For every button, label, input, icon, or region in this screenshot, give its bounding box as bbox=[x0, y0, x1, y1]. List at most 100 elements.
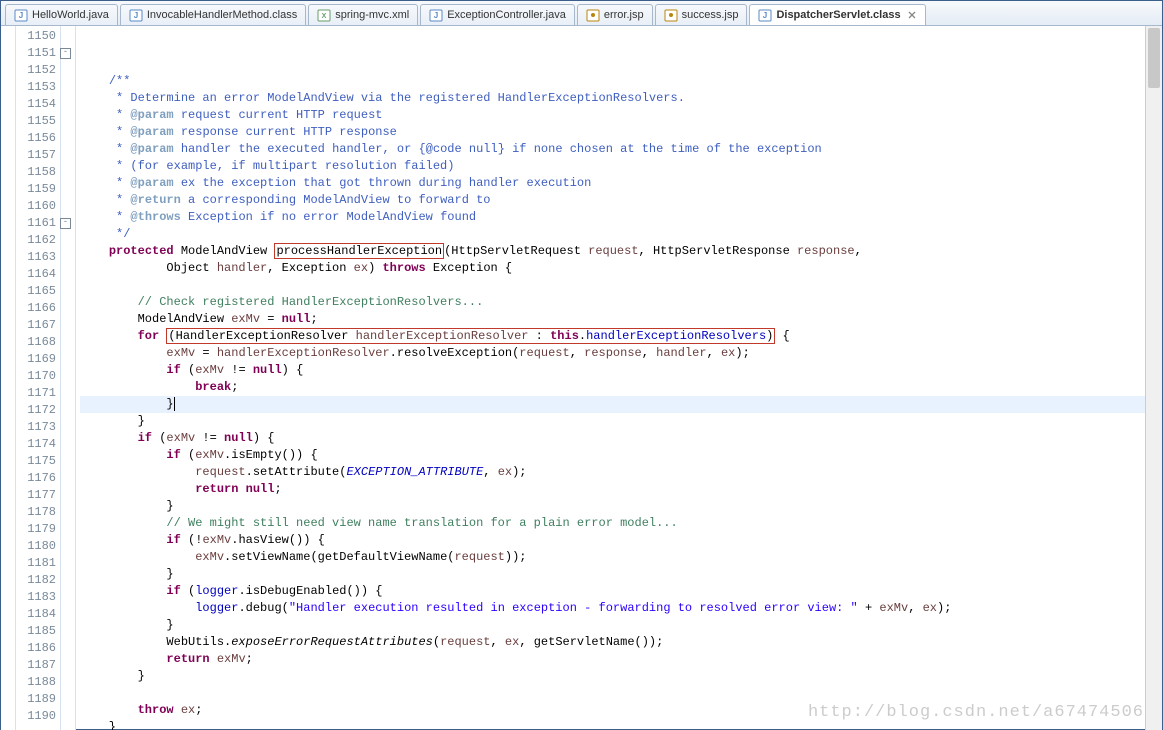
line-number[interactable]: 1178 bbox=[16, 504, 60, 521]
line-number[interactable]: 1190 bbox=[16, 708, 60, 725]
code-line[interactable]: } bbox=[80, 413, 1162, 430]
code-line[interactable]: exMv = handlerExceptionResolver.resolveE… bbox=[80, 345, 1162, 362]
code-line[interactable]: */ bbox=[80, 226, 1162, 243]
editor-window: JHelloWorld.javaJInvocableHandlerMethod.… bbox=[0, 0, 1163, 730]
line-number[interactable]: 1184 bbox=[16, 606, 60, 623]
line-number[interactable]: 1170 bbox=[16, 368, 60, 385]
line-number[interactable]: 1173 bbox=[16, 419, 60, 436]
line-number[interactable]: 1153 bbox=[16, 79, 60, 96]
code-line[interactable]: if (exMv != null) { bbox=[80, 362, 1162, 379]
code-line[interactable]: if (exMv != null) { bbox=[80, 430, 1162, 447]
fold-toggle-icon[interactable]: - bbox=[60, 218, 71, 229]
code-line[interactable]: for (HandlerExceptionResolver handlerExc… bbox=[80, 328, 1162, 345]
line-number[interactable]: 1158 bbox=[16, 164, 60, 181]
tab-label: InvocableHandlerMethod.class bbox=[147, 9, 297, 21]
code-line[interactable]: * @return a corresponding ModelAndView t… bbox=[80, 192, 1162, 209]
text-cursor bbox=[174, 397, 175, 411]
code-line[interactable]: * @param handler the executed handler, o… bbox=[80, 141, 1162, 158]
line-number[interactable]: 1177 bbox=[16, 487, 60, 504]
tab-helloworld-java[interactable]: JHelloWorld.java bbox=[5, 4, 118, 25]
tab-invocablehandlermethod-class[interactable]: JInvocableHandlerMethod.class bbox=[120, 4, 306, 25]
line-number[interactable]: 1172 bbox=[16, 402, 60, 419]
code-line[interactable]: Object handler, Exception ex) throws Exc… bbox=[80, 260, 1162, 277]
code-line[interactable]: ModelAndView exMv = null; bbox=[80, 311, 1162, 328]
tab-exceptioncontroller-java[interactable]: JExceptionController.java bbox=[420, 4, 575, 25]
code-line[interactable]: * @param response current HTTP response bbox=[80, 124, 1162, 141]
tab-spring-mvc-xml[interactable]: Xspring-mvc.xml bbox=[308, 4, 418, 25]
line-number[interactable]: 1154 bbox=[16, 96, 60, 113]
line-number[interactable]: 1174 bbox=[16, 436, 60, 453]
code-line[interactable]: * @param request current HTTP request bbox=[80, 107, 1162, 124]
line-number[interactable]: 1171 bbox=[16, 385, 60, 402]
line-number[interactable]: 1169 bbox=[16, 351, 60, 368]
code-line[interactable]: /** bbox=[80, 73, 1162, 90]
fold-toggle-icon[interactable]: - bbox=[60, 48, 71, 59]
code-line[interactable]: if (exMv.isEmpty()) { bbox=[80, 447, 1162, 464]
line-number[interactable]: 1176 bbox=[16, 470, 60, 487]
line-number[interactable]: 1163 bbox=[16, 249, 60, 266]
code-line[interactable]: } bbox=[80, 668, 1162, 685]
scrollbar-thumb[interactable] bbox=[1148, 28, 1160, 88]
code-line[interactable] bbox=[80, 277, 1162, 294]
line-number[interactable]: 1182 bbox=[16, 572, 60, 589]
code-line[interactable]: break; bbox=[80, 379, 1162, 396]
line-number[interactable]: 1152 bbox=[16, 62, 60, 79]
line-number[interactable]: 1155 bbox=[16, 113, 60, 130]
code-line[interactable]: } bbox=[80, 617, 1162, 634]
code-line[interactable]: } bbox=[80, 396, 1162, 413]
tab-dispatcherservlet-class[interactable]: JDispatcherServlet.class bbox=[749, 4, 925, 26]
code-line[interactable]: WebUtils.exposeErrorRequestAttributes(re… bbox=[80, 634, 1162, 651]
line-number[interactable]: 1159 bbox=[16, 181, 60, 198]
line-number[interactable]: 1162 bbox=[16, 232, 60, 249]
code-line[interactable]: exMv.setViewName(getDefaultViewName(requ… bbox=[80, 549, 1162, 566]
code-line[interactable]: * Determine an error ModelAndView via th… bbox=[80, 90, 1162, 107]
code-line[interactable] bbox=[80, 685, 1162, 702]
line-number[interactable]: 1187 bbox=[16, 657, 60, 674]
code-line[interactable]: return exMv; bbox=[80, 651, 1162, 668]
line-number[interactable]: 1180 bbox=[16, 538, 60, 555]
line-number[interactable]: 1165 bbox=[16, 283, 60, 300]
line-number[interactable]: 1168 bbox=[16, 334, 60, 351]
code-line[interactable]: // Check registered HandlerExceptionReso… bbox=[80, 294, 1162, 311]
code-content[interactable]: /** * Determine an error ModelAndView vi… bbox=[76, 26, 1162, 730]
code-line[interactable]: if (!exMv.hasView()) { bbox=[80, 532, 1162, 549]
code-line[interactable]: * (for example, if multipart resolution … bbox=[80, 158, 1162, 175]
breakpoint-ruler[interactable] bbox=[1, 26, 16, 730]
line-number[interactable]: 1167 bbox=[16, 317, 60, 334]
code-line[interactable]: request.setAttribute(EXCEPTION_ATTRIBUTE… bbox=[80, 464, 1162, 481]
line-number[interactable]: 1189 bbox=[16, 691, 60, 708]
code-line[interactable]: if (logger.isDebugEnabled()) { bbox=[80, 583, 1162, 600]
svg-text:J: J bbox=[19, 11, 23, 20]
fold-ruler[interactable] bbox=[61, 26, 76, 730]
code-line[interactable]: } bbox=[80, 566, 1162, 583]
line-number[interactable]: 1188 bbox=[16, 674, 60, 691]
code-line[interactable]: logger.debug("Handler execution resulted… bbox=[80, 600, 1162, 617]
line-number[interactable]: 1186 bbox=[16, 640, 60, 657]
code-line[interactable]: * @param ex the exception that got throw… bbox=[80, 175, 1162, 192]
code-line[interactable]: } bbox=[80, 498, 1162, 515]
tab-success-jsp[interactable]: success.jsp bbox=[655, 4, 748, 25]
svg-text:J: J bbox=[763, 11, 767, 20]
line-number[interactable]: 1166 bbox=[16, 300, 60, 317]
line-number[interactable]: 1181 bbox=[16, 555, 60, 572]
line-number[interactable]: 1164 bbox=[16, 266, 60, 283]
code-line[interactable]: protected ModelAndView processHandlerExc… bbox=[80, 243, 1162, 260]
tab-error-jsp[interactable]: error.jsp bbox=[577, 4, 653, 25]
line-number[interactable]: 1156 bbox=[16, 130, 60, 147]
line-number[interactable]: 1179 bbox=[16, 521, 60, 538]
close-icon[interactable] bbox=[907, 10, 917, 20]
code-line[interactable] bbox=[80, 56, 1162, 73]
line-number[interactable]: 1151- bbox=[16, 45, 60, 62]
line-number[interactable]: 1160 bbox=[16, 198, 60, 215]
line-number[interactable]: 1161- bbox=[16, 215, 60, 232]
line-number[interactable]: 1185 bbox=[16, 623, 60, 640]
line-number[interactable]: 1150 bbox=[16, 28, 60, 45]
line-number[interactable]: 1157 bbox=[16, 147, 60, 164]
line-number[interactable]: 1175 bbox=[16, 453, 60, 470]
code-line[interactable]: // We might still need view name transla… bbox=[80, 515, 1162, 532]
code-line[interactable]: return null; bbox=[80, 481, 1162, 498]
line-number-gutter[interactable]: 11501151-1152115311541155115611571158115… bbox=[16, 26, 61, 730]
code-line[interactable]: * @throws Exception if no error ModelAnd… bbox=[80, 209, 1162, 226]
line-number[interactable]: 1183 bbox=[16, 589, 60, 606]
vertical-scrollbar[interactable] bbox=[1145, 26, 1162, 730]
